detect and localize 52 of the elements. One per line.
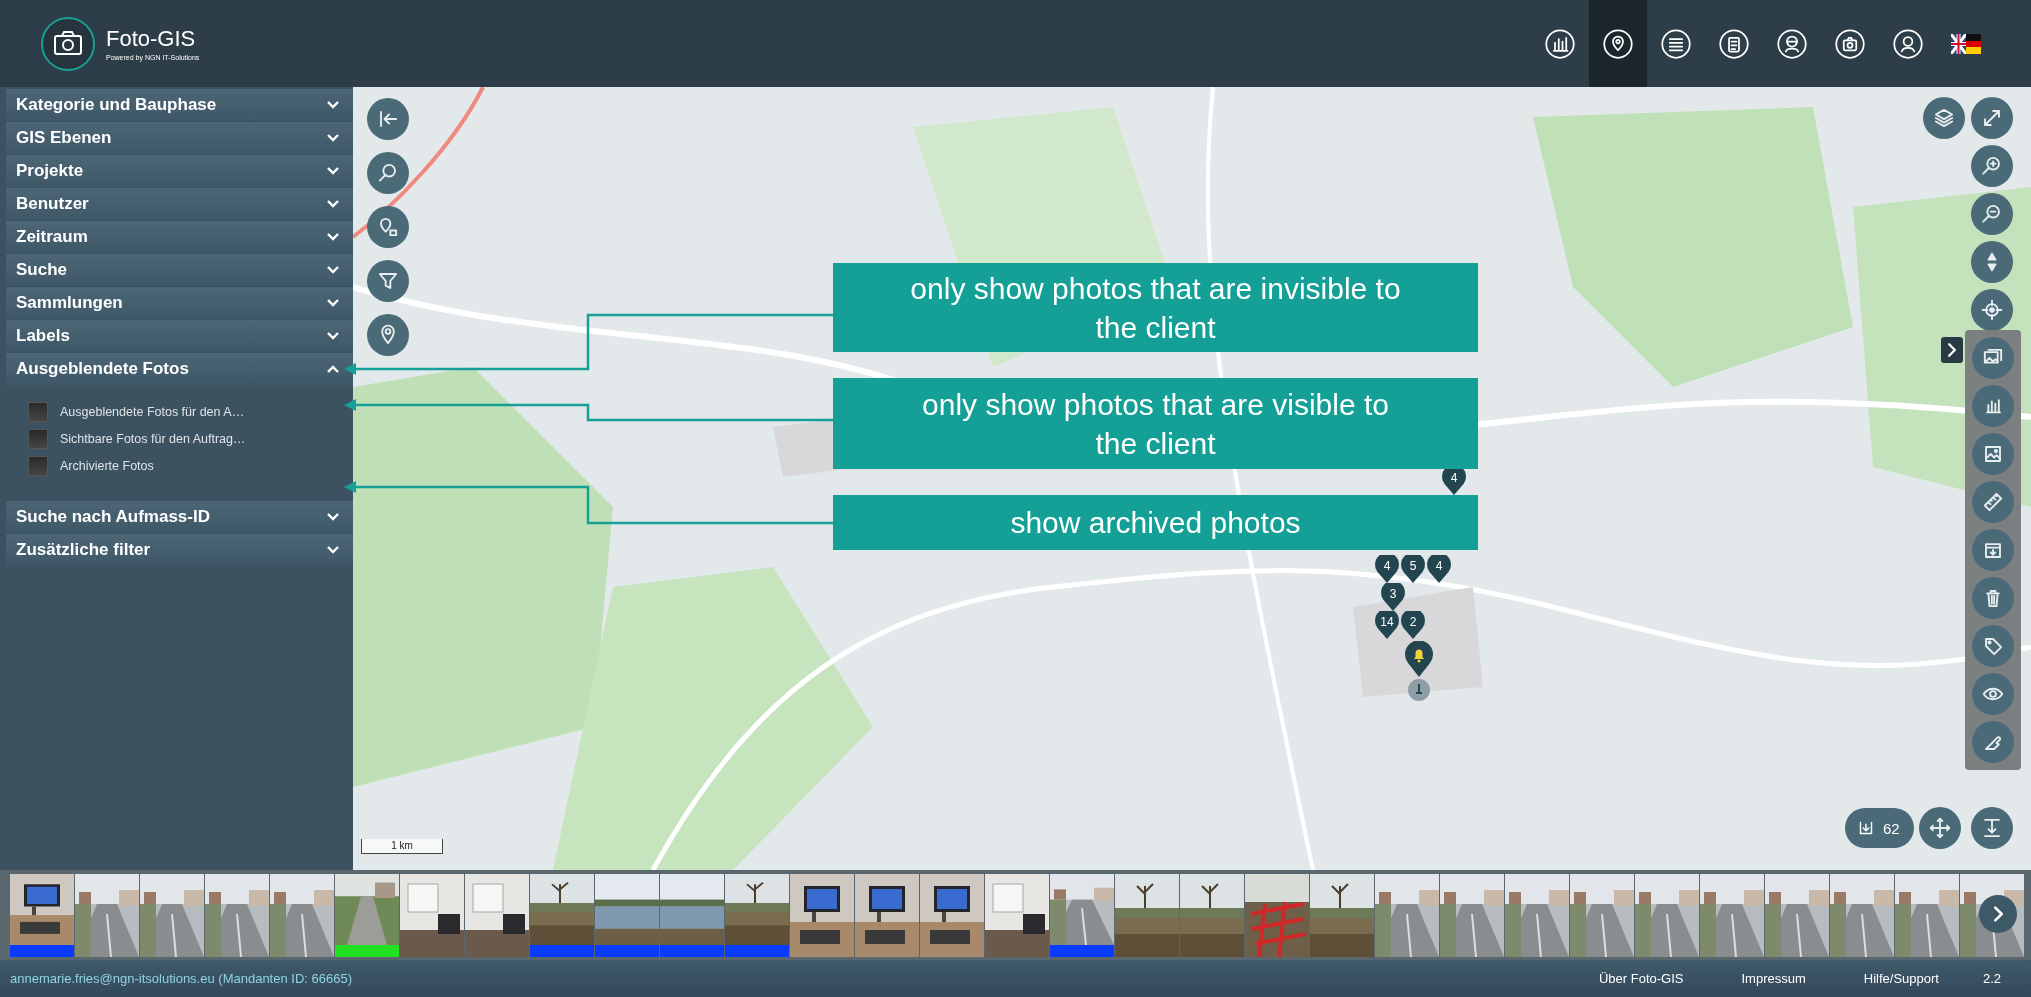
section-header[interactable]: Zeitraum (6, 221, 353, 253)
section-header[interactable]: Projekte (6, 155, 353, 187)
checkbox[interactable] (28, 456, 48, 476)
user-email: annemarie.fries@ngn-itsolutions.eu (Mandanten ID: 66665) (10, 971, 353, 986)
section-header[interactable]: Labels (6, 320, 353, 352)
chevron-right-icon (1993, 906, 2003, 922)
clipboard-icon (1719, 28, 1749, 59)
checkbox-label: Ausgeblendete Fotos für den A… (60, 405, 245, 419)
location-dot-icon (1408, 679, 1430, 701)
footer-link[interactable]: Über Foto-GIS (1598, 971, 1684, 986)
delete-button[interactable] (1972, 577, 2014, 619)
section-header[interactable]: Suche nach Aufmass-ID (6, 501, 353, 533)
nav-tab[interactable] (1589, 0, 1647, 87)
callout: only show photos that are visible to the client (833, 378, 1478, 469)
masked-person-icon (1777, 28, 1807, 59)
checkbox[interactable] (28, 402, 48, 422)
section-header[interactable]: Zusätzliche filter (6, 534, 353, 566)
section-header[interactable]: Kategorie und Bauphase (6, 89, 353, 121)
photo-count-button[interactable]: 62 (1845, 808, 1914, 848)
bar-chart-icon (1545, 28, 1575, 59)
checkbox-label: Sichtbare Fotos für den Auftrag… (60, 432, 246, 446)
footer-link[interactable]: Impressum (1741, 971, 1806, 986)
measure-button[interactable] (1972, 481, 2014, 523)
camera-logo-icon (40, 15, 96, 72)
callout: only show photos that are invisible to the client (833, 263, 1478, 352)
version-label: 2.2 (1982, 971, 2001, 986)
bell-marker-icon (1405, 641, 1433, 677)
select-button[interactable] (1972, 721, 2014, 763)
user-icon (1893, 28, 1923, 59)
section-header[interactable]: GIS Ebenen (6, 122, 353, 154)
list-icon (1661, 28, 1691, 59)
collapse-panel-button[interactable] (1941, 337, 1963, 363)
checkbox[interactable] (28, 429, 48, 449)
flag-icon (1951, 33, 1981, 54)
callout: show archived photos (833, 495, 1478, 550)
app-title: Foto-GIS (106, 26, 197, 52)
image-button[interactable] (1972, 433, 2014, 475)
scale-bar: 1 km (361, 839, 443, 854)
camera-icon (1835, 28, 1865, 59)
statistics-button[interactable] (1972, 385, 2014, 427)
section-header[interactable]: Suche (6, 254, 353, 286)
visibility-button[interactable] (1972, 673, 2014, 715)
checkbox-label: Archivierte Fotos (60, 459, 154, 473)
map-pin-icon (1603, 28, 1633, 59)
section-header[interactable]: Ausgeblendete Fotos (6, 353, 353, 385)
section-header[interactable]: Benutzer (6, 188, 353, 220)
tag-button[interactable] (1972, 625, 2014, 667)
archive-button[interactable] (1972, 529, 2014, 571)
section-header[interactable]: Sammlungen (6, 287, 353, 319)
chevron-right-icon (1948, 343, 1956, 357)
footer-link[interactable]: Hilfe/Support (1863, 971, 1939, 986)
photos-button[interactable] (1972, 337, 2014, 379)
